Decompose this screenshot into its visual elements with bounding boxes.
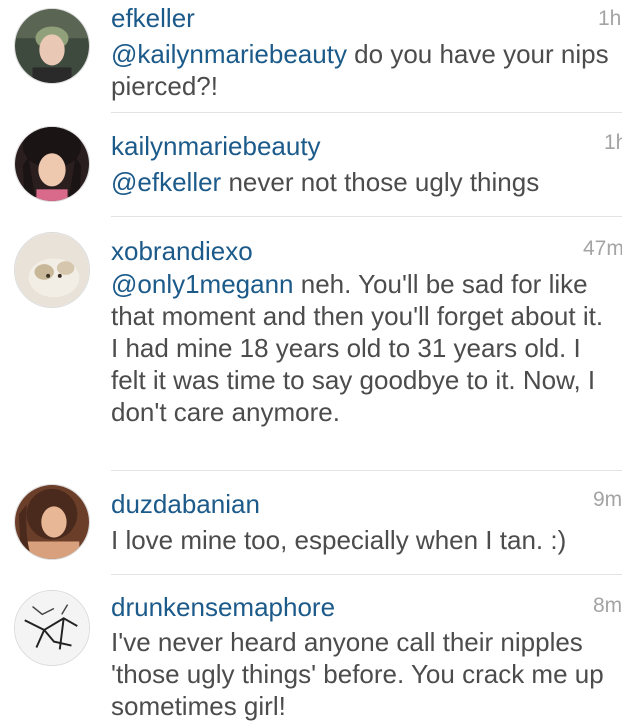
avatar[interactable] [14,126,90,202]
comment-mention-link[interactable]: @only1megann [111,269,294,299]
comment-text: I've never heard anyone call their nippl… [111,626,616,722]
comment-username[interactable]: efkeller [111,3,195,33]
comment-text: @only1megann neh. You'll be sad for like… [111,268,616,428]
avatar[interactable] [14,484,90,560]
avatar[interactable] [14,8,90,84]
comment-divider [111,470,622,471]
comment-timestamp: 9m [593,488,622,511]
avatar-photo [15,591,89,665]
comment-username[interactable]: xobrandiexo [111,236,253,266]
comment-divider [111,574,622,575]
comment-text-content: never not those ugly things [221,167,540,197]
comment-mention-link[interactable]: @efkeller [111,167,221,197]
comment-mention-link[interactable]: @kailynmariebeauty [111,39,347,69]
comment-text: I love mine too, especially when I tan. … [111,524,616,556]
avatar-photo [15,485,89,559]
comment-timestamp: 47m [583,237,622,260]
avatar[interactable] [14,590,90,666]
comment-username[interactable]: kailynmariebeauty [111,131,321,161]
comment-username[interactable]: drunkensemaphore [111,592,335,622]
avatar-photo [15,233,89,307]
comment-timestamp: 8m [593,594,622,617]
comment-username[interactable]: duzdabanian [111,489,260,519]
avatar-photo [15,127,89,201]
avatar[interactable] [14,232,90,308]
comment-text-content: I love mine too, especially when I tan. … [111,525,567,555]
comment-text: @kailynmariebeauty do you have your nips… [111,38,616,102]
avatar-photo [15,9,89,83]
comment-timestamp: 1h [598,7,622,30]
comment-text-content: I've never heard anyone call their nippl… [111,627,604,721]
comment-divider [111,112,622,113]
comment-text: @efkeller never not those ugly things [111,166,616,198]
comment-divider [111,216,622,217]
comment-timestamp: 1h [604,131,622,154]
